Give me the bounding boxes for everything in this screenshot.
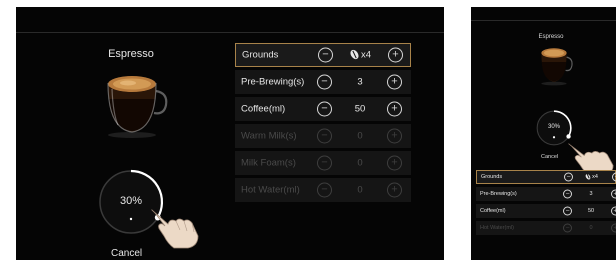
top-bar	[471, 7, 616, 21]
progress-percent: 30%	[547, 124, 560, 130]
main-screen: Espresso 30% Cancel Grounds − x4 + Pre-B…	[16, 7, 444, 260]
setting-value: x4	[340, 48, 382, 62]
setting-row-hot-water: Hot Water(ml) − 0 +	[476, 221, 616, 235]
plus-button[interactable]: +	[387, 74, 402, 90]
plus-button: +	[387, 128, 402, 144]
minus-button[interactable]: −	[563, 206, 572, 216]
coffee-bean-icon	[584, 173, 592, 181]
product-title: Espresso	[108, 48, 154, 60]
setting-row-grounds[interactable]: Grounds − x4 +	[476, 170, 616, 184]
plus-button: +	[387, 155, 402, 171]
compact-screen: Espresso 30% Cancel Grounds − x4 +	[471, 7, 616, 260]
plus-button[interactable]: +	[387, 101, 402, 117]
setting-row-pre-brewing[interactable]: Pre-Brewing(s) − 3 +	[235, 70, 411, 94]
setting-value: 0	[357, 130, 363, 142]
minus-button[interactable]: −	[317, 74, 332, 90]
minus-button[interactable]: −	[563, 189, 572, 199]
setting-label: Hot Water(ml)	[241, 184, 300, 196]
minus-button: −	[317, 128, 332, 144]
minus-button: −	[563, 223, 572, 233]
setting-row-coffee[interactable]: Coffee(ml) − 50 +	[235, 97, 411, 121]
plus-button[interactable]: +	[611, 206, 616, 216]
setting-value: x4	[575, 173, 609, 181]
setting-value: 0	[357, 157, 363, 169]
setting-value: 0	[357, 184, 363, 196]
cancel-button[interactable]: Cancel	[541, 154, 558, 160]
coffee-bean-icon	[348, 48, 361, 62]
plus-button[interactable]: +	[388, 47, 403, 63]
top-bar	[16, 7, 444, 33]
setting-label: Grounds	[481, 174, 503, 180]
plus-button[interactable]: +	[611, 189, 616, 199]
setting-row-warm-milk: Warm Milk(s) − 0 +	[235, 124, 411, 148]
minus-button[interactable]: −	[317, 101, 332, 117]
setting-label: Grounds	[242, 49, 279, 61]
setting-label: Coffee(ml)	[241, 103, 286, 115]
setting-value: 3	[589, 191, 593, 197]
setting-label: Pre-Brewing(s)	[480, 191, 517, 197]
plus-button: +	[387, 182, 402, 198]
setting-label: Warm Milk(s)	[241, 130, 297, 142]
espresso-cup-image	[534, 44, 574, 86]
setting-label: Hot Water(ml)	[480, 225, 515, 231]
setting-row-grounds[interactable]: Grounds − x4 +	[235, 43, 411, 67]
settings-panel: Grounds − x4 + Pre-Brewing(s) − 3 + Coff…	[476, 170, 616, 238]
minus-button[interactable]: −	[564, 172, 573, 182]
settings-panel: Grounds − x4 + Pre-Brewing(s) − 3 + Coff…	[235, 43, 411, 205]
setting-row-hot-water: Hot Water(ml) − 0 +	[235, 178, 411, 202]
plus-button: +	[611, 223, 616, 233]
setting-label: Coffee(ml)	[480, 208, 506, 214]
product-title: Espresso	[538, 34, 564, 40]
setting-value: 3	[357, 76, 363, 88]
setting-row-milk-foam: Milk Foam(s) − 0 +	[235, 151, 411, 175]
minus-button[interactable]: −	[318, 47, 333, 63]
setting-label: Pre-Brewing(s)	[241, 76, 305, 88]
setting-row-coffee[interactable]: Coffee(ml) − 50 +	[476, 204, 616, 218]
hand-pointer-icon	[150, 204, 200, 250]
cancel-button[interactable]: Cancel	[111, 248, 142, 259]
setting-row-pre-brewing[interactable]: Pre-Brewing(s) − 3 +	[476, 187, 616, 201]
setting-label: Milk Foam(s)	[241, 157, 296, 169]
setting-value: 50	[354, 103, 366, 115]
minus-button: −	[317, 155, 332, 171]
setting-value: 0	[589, 225, 593, 231]
minus-button: −	[317, 182, 332, 198]
plus-button[interactable]: +	[612, 172, 616, 182]
espresso-cup-image	[94, 69, 170, 139]
setting-value: 50	[587, 208, 595, 214]
